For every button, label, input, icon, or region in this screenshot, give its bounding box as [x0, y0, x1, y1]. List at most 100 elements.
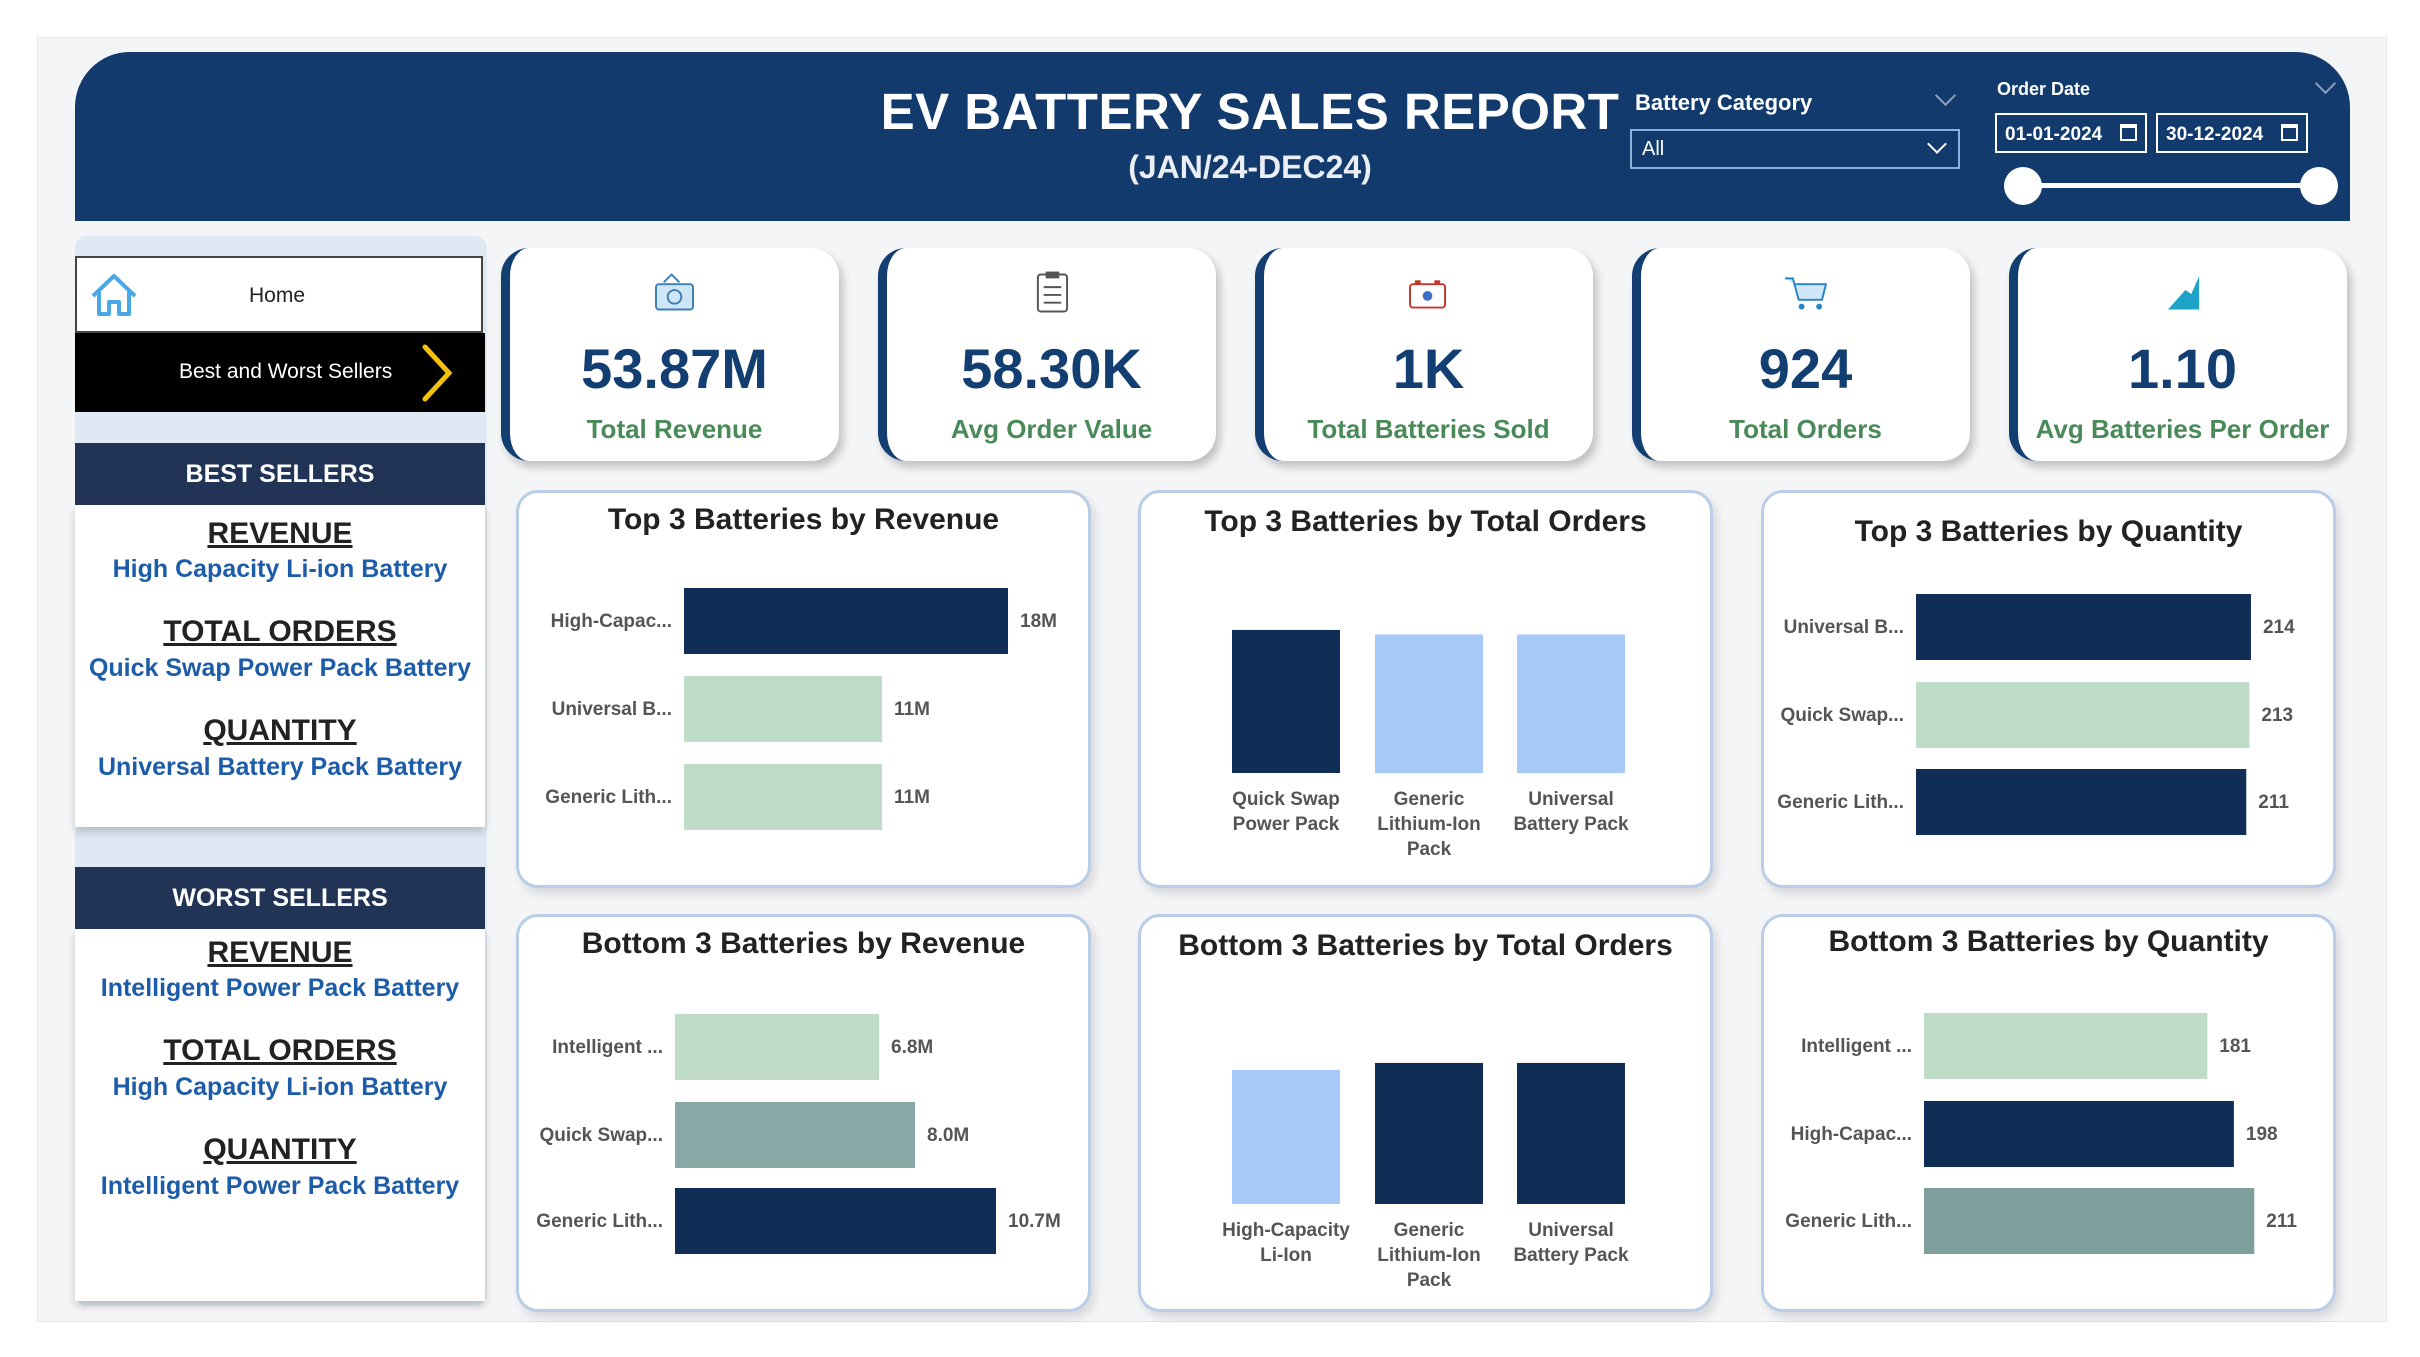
- chevron-down-icon: [1927, 134, 1947, 154]
- bar[interactable]: [1916, 594, 2251, 660]
- category-label: Lithium-Ion: [1377, 1245, 1480, 1266]
- nav-best-worst-button[interactable]: Best and Worst Sellers: [75, 333, 485, 412]
- chart-top-revenue: High-Capac... 18M Universal B... 11M Generic…: [545, 588, 1057, 830]
- bar[interactable]: [1924, 1013, 2208, 1079]
- data-label: 211: [2266, 1211, 2297, 1232]
- start-date-input[interactable]: 01-01-2024: [1995, 113, 2147, 153]
- data-label: 198: [2246, 1124, 2278, 1145]
- kpi-card-avg-batteries-per-order: 1.10 Avg Batteries Per Order: [2009, 248, 2347, 461]
- kpi-card-total-batteries-sold: 1K Total Batteries Sold: [1255, 248, 1593, 461]
- chart-bottom-revenue: Intelligent ... 6.8M Quick Swap... 8.0M Gene…: [536, 1014, 1061, 1254]
- calendar-icon[interactable]: [2120, 124, 2137, 141]
- category-label: Generic: [1394, 789, 1465, 810]
- category-label: High-Capac...: [1791, 1124, 1912, 1145]
- worst-sellers-header: WORST SELLERS: [75, 867, 485, 929]
- bar[interactable]: [1375, 1062, 1483, 1204]
- kpi-value: 1.10: [2128, 337, 2237, 400]
- bar[interactable]: [1924, 1101, 2234, 1167]
- best-quantity-value: Universal Battery Pack Battery: [97, 753, 463, 781]
- kpi-value: 924: [1758, 337, 1853, 400]
- data-label: 11M: [894, 787, 930, 808]
- report-subtitle: (JAN/24-DEC24): [1128, 149, 1372, 185]
- worst-quantity-value: Intelligent Power Pack Battery: [100, 1172, 460, 1200]
- kpi-value: 53.87M: [581, 337, 768, 400]
- bar[interactable]: [675, 1102, 915, 1168]
- bar[interactable]: [1916, 682, 2250, 748]
- category-label: Power Pack: [1233, 814, 1340, 835]
- category-label: Generic: [1394, 1220, 1465, 1241]
- category-label: Intelligent ...: [1801, 1036, 1912, 1057]
- kpi-card-avg-order-value: 58.30K Avg Order Value: [878, 248, 1216, 461]
- bar[interactable]: [684, 588, 1008, 654]
- bar[interactable]: [1517, 1062, 1625, 1204]
- best-revenue-heading: REVENUE: [207, 517, 353, 550]
- data-label: 211: [2258, 792, 2289, 813]
- chart-card-bottom-orders: Bottom 3 Batteries by Total Orders High-…: [1138, 914, 1713, 1312]
- kpi-card-total-orders: 924 Total Orders: [1632, 248, 1970, 461]
- clipboard-icon: [1036, 271, 1069, 313]
- bar[interactable]: [1375, 634, 1483, 773]
- best-sellers-panel: REVENUE High Capacity Li-ion Battery TOT…: [75, 505, 485, 827]
- kpi-label: Avg Batteries Per Order: [2035, 414, 2330, 444]
- category-label: Lithium-Ion: [1377, 814, 1480, 835]
- cart-icon: [1785, 277, 1828, 310]
- category-label: Quick Swap: [1232, 789, 1340, 810]
- bar[interactable]: [675, 1014, 879, 1080]
- home-icon: [91, 274, 137, 316]
- chart-card-top-quantity: Top 3 Batteries by Quantity Universal B.…: [1761, 490, 2336, 888]
- category-label: Universal: [1528, 789, 1614, 810]
- end-date-value: 30-12-2024: [2166, 124, 2264, 145]
- date-slider-end-handle[interactable]: [2300, 167, 2338, 205]
- chevron-down-icon[interactable]: [1934, 84, 1957, 107]
- category-label: Universal: [1528, 1220, 1614, 1241]
- worst-orders-value: High Capacity Li-ion Battery: [112, 1073, 448, 1101]
- category-label: Li-Ion: [1260, 1245, 1312, 1266]
- category-label: Battery Pack: [1513, 814, 1629, 835]
- category-label: Pack: [1407, 1270, 1452, 1291]
- chart-top-orders: Quick Swap Power Pack Generic Lithium-Ion Pa…: [1232, 629, 1629, 860]
- kpi-label: Total Batteries Sold: [1307, 414, 1550, 444]
- kpi-label: Total Revenue: [586, 414, 763, 444]
- battery-category-dropdown[interactable]: All: [1630, 129, 1960, 169]
- end-date-input[interactable]: 30-12-2024: [2156, 113, 2308, 153]
- chart-card-top-orders: Top 3 Batteries by Total Orders Quick Sw…: [1138, 490, 1713, 888]
- nav-home-label: Home: [249, 284, 306, 307]
- chart-bottom-quantity: Intelligent ... 181 High-Capac... 198 Generi…: [1785, 1013, 2297, 1254]
- category-label: High-Capac...: [551, 611, 672, 632]
- bar[interactable]: [1232, 629, 1340, 773]
- kpi-card-total-revenue: 53.87M Total Revenue: [501, 248, 839, 461]
- category-label: Generic Lith...: [536, 1211, 663, 1232]
- chart-bottom-orders: High-Capacity Li-Ion Generic Lithium-Ion Pac…: [1222, 1062, 1629, 1291]
- data-label: 18M: [1020, 611, 1057, 632]
- date-slider-track[interactable]: [2007, 183, 2325, 188]
- bar[interactable]: [675, 1188, 996, 1254]
- data-label: 11M: [894, 699, 930, 720]
- data-label: 181: [2219, 1036, 2251, 1057]
- bar[interactable]: [684, 764, 882, 830]
- data-label: 6.8M: [891, 1037, 933, 1058]
- start-date-value: 01-01-2024: [2005, 124, 2103, 145]
- chevron-down-icon[interactable]: [2314, 72, 2337, 95]
- data-label: 10.7M: [1008, 1211, 1061, 1232]
- battery-category-label: Battery Category: [1635, 90, 1813, 115]
- report-title: EV BATTERY SALES REPORT: [880, 83, 1620, 140]
- bar[interactable]: [684, 676, 882, 742]
- calendar-icon[interactable]: [2281, 124, 2298, 141]
- chart-card-bottom-revenue: Bottom 3 Batteries by Revenue Intelligen…: [516, 914, 1091, 1312]
- report-header: EV BATTERY SALES REPORT (JAN/24-DEC24) B…: [75, 52, 2350, 221]
- nav-home-button[interactable]: Home: [75, 256, 483, 333]
- date-slider-start-handle[interactable]: [2004, 167, 2042, 205]
- best-revenue-value: High Capacity Li-ion Battery: [112, 555, 448, 583]
- category-label: Quick Swap...: [539, 1125, 663, 1146]
- worst-quantity-heading: QUANTITY: [203, 1133, 357, 1166]
- chart-top-quantity: Universal B... 214 Quick Swap... 213 Generic…: [1777, 594, 2295, 835]
- category-label: Battery Pack: [1513, 1245, 1629, 1266]
- data-label: 8.0M: [927, 1125, 969, 1146]
- kpi-label: Avg Order Value: [950, 414, 1153, 444]
- bar[interactable]: [1232, 1069, 1340, 1204]
- bar[interactable]: [1916, 769, 2247, 835]
- bar[interactable]: [1924, 1188, 2255, 1254]
- category-label: Generic Lith...: [545, 787, 672, 808]
- category-label: Universal B...: [552, 699, 672, 720]
- bar[interactable]: [1517, 634, 1625, 773]
